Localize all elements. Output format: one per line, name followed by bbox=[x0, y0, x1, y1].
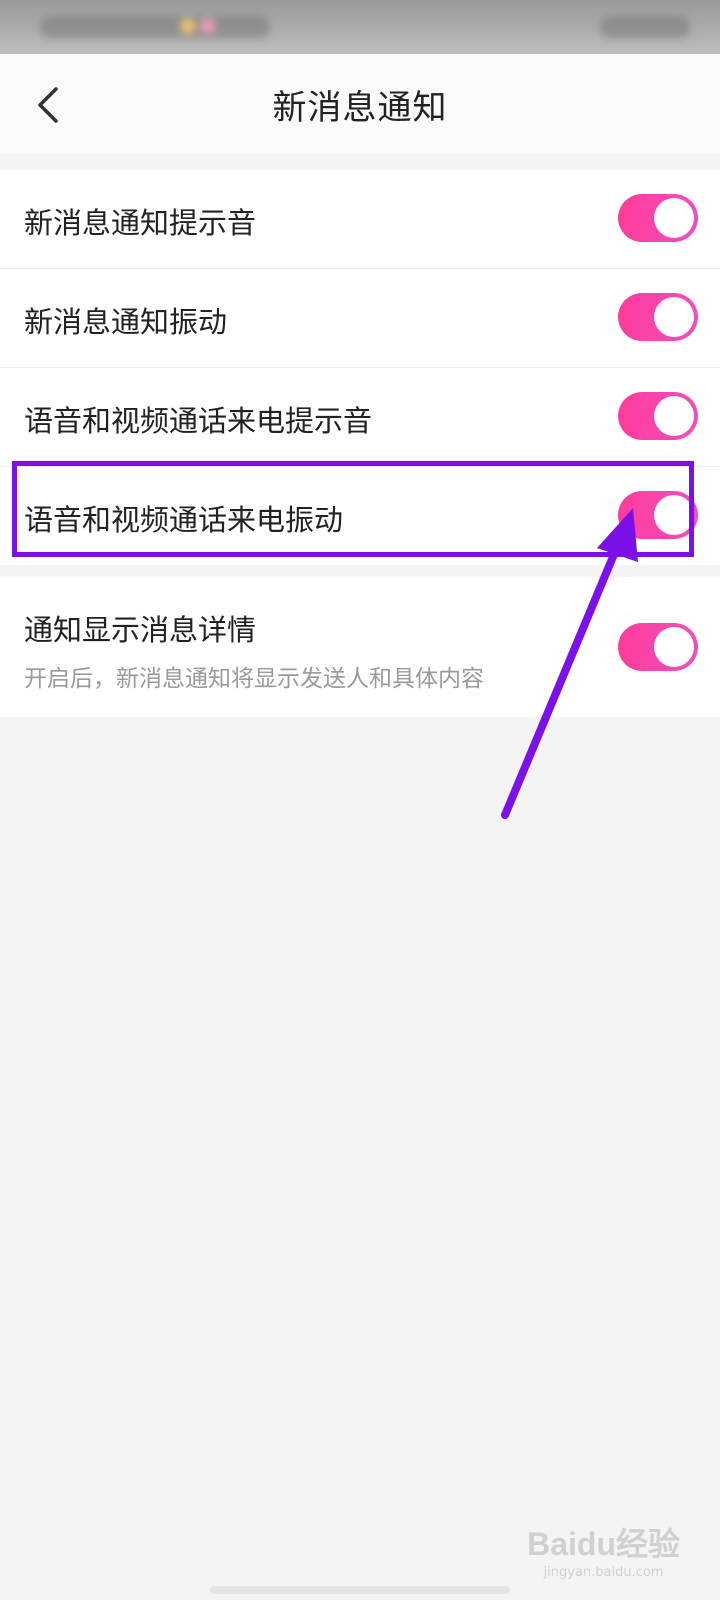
setting-label: 通知显示消息详情 bbox=[24, 613, 257, 647]
notification-icon bbox=[200, 18, 216, 34]
toggle-knob bbox=[654, 627, 694, 667]
setting-row-message-vibrate: 新消息通知振动 bbox=[0, 269, 720, 368]
watermark: Baidu经验 jingyan.baidu.com bbox=[527, 1519, 680, 1580]
highlight-box bbox=[12, 461, 694, 557]
setting-description: 开启后，新消息通知将显示发送人和具体内容 bbox=[24, 666, 484, 692]
setting-label: 新消息通知振动 bbox=[24, 305, 228, 339]
toggle-knob bbox=[654, 297, 694, 337]
notification-icon bbox=[180, 18, 196, 34]
setting-row-show-details: 通知显示消息详情 开启后，新消息通知将显示发送人和具体内容 bbox=[0, 577, 720, 717]
setting-label: 新消息通知提示音 bbox=[24, 206, 257, 240]
message-sound-toggle[interactable] bbox=[618, 194, 698, 242]
show-details-toggle[interactable] bbox=[618, 623, 698, 671]
watermark-url: jingyan.baidu.com bbox=[543, 1565, 664, 1580]
setting-row-message-sound: 新消息通知提示音 bbox=[0, 170, 720, 269]
setting-row-call-sound: 语音和视频通话来电提示音 bbox=[0, 368, 720, 467]
message-vibrate-toggle[interactable] bbox=[618, 293, 698, 341]
home-indicator[interactable] bbox=[210, 1586, 510, 1594]
toggle-knob bbox=[654, 198, 694, 238]
status-bar bbox=[0, 0, 720, 54]
app-header: 新消息通知 bbox=[0, 54, 720, 154]
section-gap bbox=[0, 565, 720, 577]
setting-label: 语音和视频通话来电提示音 bbox=[24, 404, 373, 438]
call-sound-toggle[interactable] bbox=[618, 392, 698, 440]
status-bar-left-icons bbox=[40, 16, 270, 38]
page-title: 新消息通知 bbox=[272, 88, 448, 128]
watermark-logo: Baidu经验 bbox=[527, 1526, 680, 1562]
status-bar-right-icons bbox=[600, 16, 690, 38]
toggle-knob bbox=[654, 396, 694, 436]
settings-list: 新消息通知提示音 新消息通知振动 语音和视频通话来电提示音 语音和视频通话来电振… bbox=[0, 170, 720, 717]
